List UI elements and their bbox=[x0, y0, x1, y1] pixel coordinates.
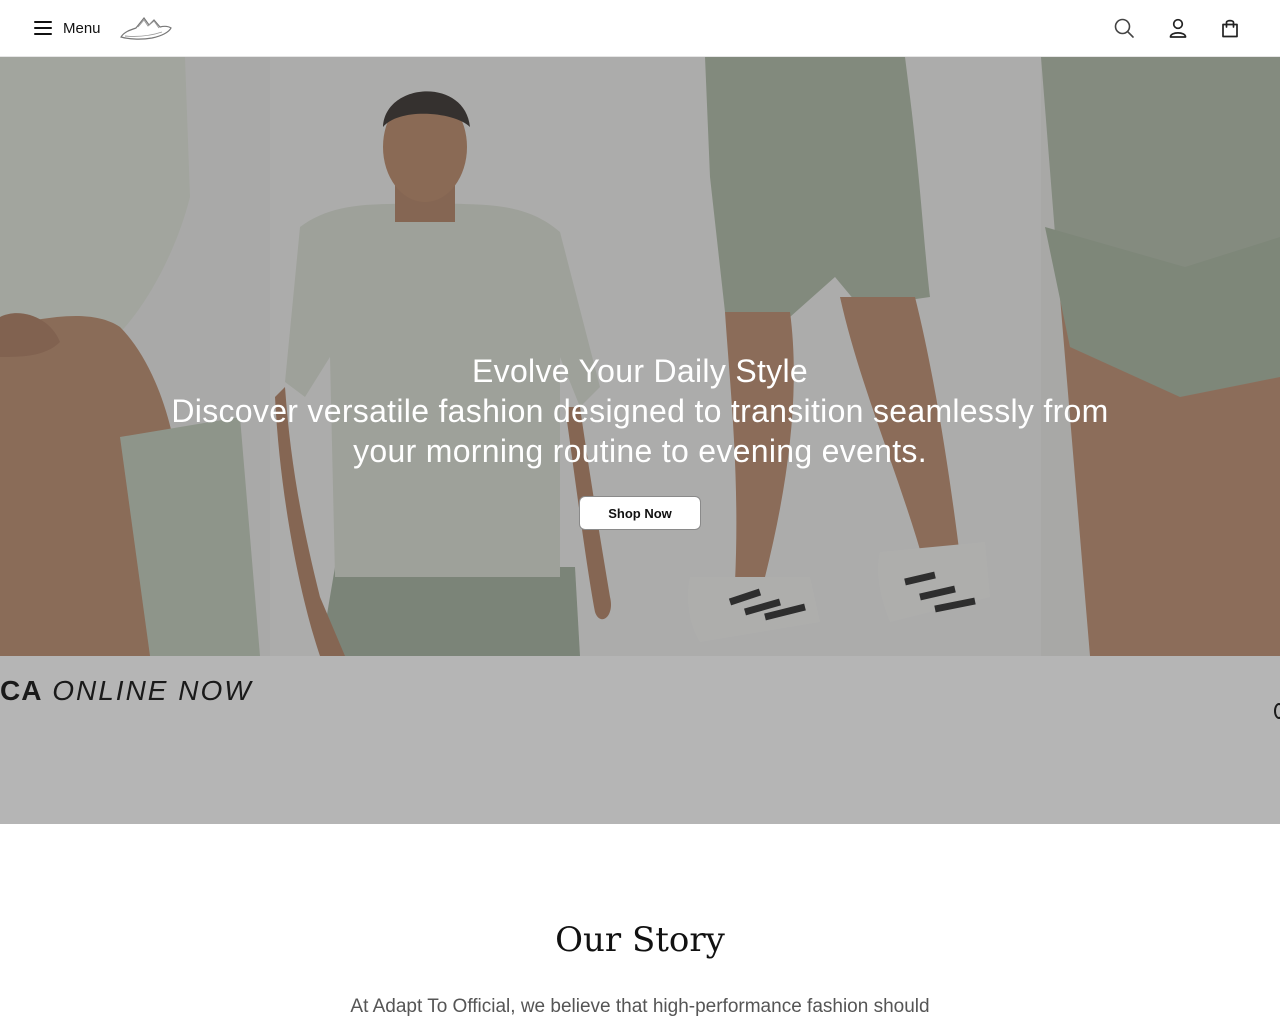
hero-banner: Evolve Your Daily Style Discover versati… bbox=[0, 57, 1280, 824]
site-header: Menu bbox=[0, 0, 1280, 57]
hero-title: Evolve Your Daily Style bbox=[472, 353, 808, 389]
account-icon[interactable] bbox=[1167, 17, 1189, 39]
announcement-marquee: CA ONLINE NOW bbox=[0, 675, 253, 711]
hamburger-icon bbox=[34, 21, 52, 35]
bag-icon[interactable] bbox=[1219, 17, 1241, 39]
menu-button[interactable]: Menu bbox=[34, 17, 101, 39]
hero-subtitle: Discover versatile fashion designed to t… bbox=[171, 393, 1109, 469]
marquee-text: ONLINE NOW bbox=[52, 675, 253, 706]
story-text: At Adapt To Official, we believe that hi… bbox=[350, 996, 930, 1017]
marquee-bold-text: CA bbox=[0, 675, 43, 706]
marquee-glyph-fragment bbox=[1274, 703, 1280, 719]
story-title: Our Story bbox=[555, 920, 725, 960]
hero-text-block: Evolve Your Daily Style Discover versati… bbox=[0, 351, 1280, 471]
shop-now-button[interactable]: Shop Now bbox=[579, 496, 701, 530]
menu-label: Menu bbox=[63, 19, 101, 37]
brand-logo[interactable] bbox=[118, 13, 174, 43]
search-icon[interactable] bbox=[1113, 17, 1135, 39]
our-story-section: Our Story At Adapt To Official, we belie… bbox=[0, 824, 1280, 1024]
